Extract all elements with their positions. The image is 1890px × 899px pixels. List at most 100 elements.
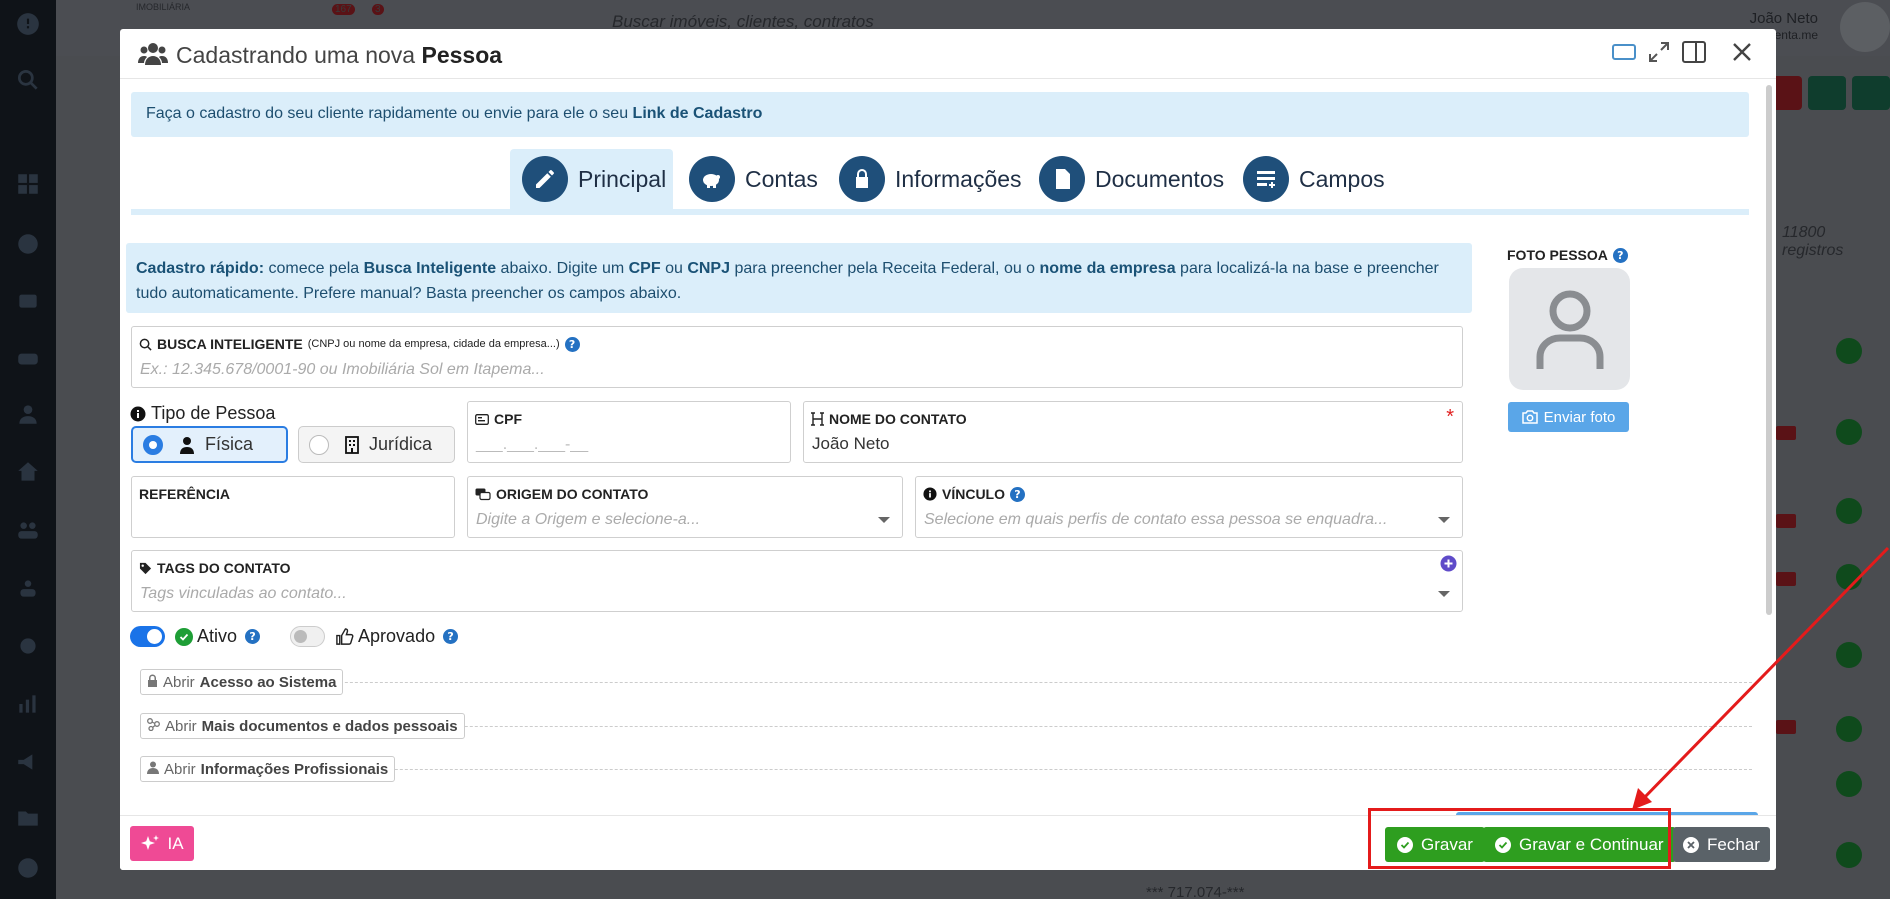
bg-print-button[interactable] xyxy=(1852,76,1890,110)
tab-principal[interactable]: Principal xyxy=(510,149,673,209)
active-label: Ativo xyxy=(197,626,238,646)
chart-icon[interactable] xyxy=(10,686,46,722)
whatsapp-icon[interactable] xyxy=(10,226,46,262)
help-icon[interactable]: ? xyxy=(1010,486,1025,502)
check-icon xyxy=(1836,842,1862,868)
window-mode-icon[interactable] xyxy=(1612,44,1636,60)
bg-doc-value: *** 717.074-*** xyxy=(1146,884,1245,899)
people-icon[interactable] xyxy=(10,512,46,548)
link-field[interactable]: VÍNCULO ? Selecione em quais perfis de c… xyxy=(915,476,1463,538)
active-switch[interactable] xyxy=(130,626,165,647)
folder-icon[interactable] xyxy=(10,800,46,836)
reference-field[interactable]: REFERÊNCIA xyxy=(131,476,455,538)
phone-icon[interactable] xyxy=(10,340,46,376)
check-icon xyxy=(1836,716,1862,742)
new-person-modal: Cadastrando uma nova Pessoa Faça o cadas… xyxy=(120,29,1776,870)
dashboard-icon[interactable] xyxy=(10,166,46,202)
avatar[interactable] xyxy=(1840,2,1890,52)
user-tie-icon xyxy=(147,761,159,774)
ai-button[interactable]: IA xyxy=(130,826,194,861)
smart-search-hint: (CNPJ ou nome da empresa, cidade da empr… xyxy=(307,338,560,350)
logo-caption: IMOBILIÁRIA xyxy=(136,2,191,12)
radio-indicator xyxy=(309,434,329,455)
help-icon[interactable]: ? xyxy=(443,629,459,644)
user-name: João Neto xyxy=(1749,10,1818,27)
team-icon[interactable] xyxy=(10,570,46,606)
smart-search-input[interactable]: Ex.: 12.345.678/0001-90 ou Imobiliária S… xyxy=(140,361,545,379)
notification-badge: 167 xyxy=(332,4,355,15)
help-icon[interactable]: ? xyxy=(1612,247,1628,263)
logo-icon xyxy=(10,6,46,42)
open-professional-info-button[interactable]: Abrir Informações Profissionais xyxy=(140,756,396,782)
check-icon xyxy=(1836,498,1862,524)
radio-fisica[interactable]: Física xyxy=(131,426,288,463)
lock-icon xyxy=(839,156,885,202)
photo-label: FOTO PESSOA ? xyxy=(1507,247,1628,263)
tab-documentos[interactable]: Documentos xyxy=(1027,149,1224,209)
check-icon xyxy=(1836,338,1862,364)
chevron-down-icon xyxy=(1438,517,1450,523)
status-badge xyxy=(1776,720,1796,734)
tab-informacoes[interactable]: Informações xyxy=(827,149,1022,209)
expand-icon[interactable] xyxy=(1648,41,1670,63)
tags-input[interactable]: Tags vinculadas ao contato... xyxy=(140,585,347,603)
link-select[interactable]: Selecione em quais perfis de contato ess… xyxy=(924,511,1387,529)
tags-field[interactable]: TAGS DO CONTATO Tags vinculadas ao conta… xyxy=(131,550,1463,612)
megaphone-icon[interactable] xyxy=(10,744,46,780)
help-icon[interactable]: ? xyxy=(245,629,261,644)
photo-placeholder[interactable] xyxy=(1509,268,1630,390)
upload-photo-button[interactable]: Enviar foto xyxy=(1508,402,1629,432)
cpf-input[interactable]: ___.___.___-__ xyxy=(476,436,588,454)
status-toggles: Ativo ? Aprovado ? xyxy=(130,626,459,647)
camera-icon xyxy=(1521,410,1538,424)
id-card-icon xyxy=(475,413,489,425)
smart-search-label: BUSCA INTELIGENTE xyxy=(157,336,303,352)
open-more-documents-button[interactable]: Abrir Mais documentos e dados pessoais xyxy=(140,713,465,739)
close-button[interactable]: Fechar xyxy=(1673,827,1770,862)
settings-icon[interactable] xyxy=(10,628,46,664)
contact-name-field[interactable]: NOME DO CONTATO * João Neto xyxy=(803,401,1463,463)
tab-bar: Principal Contas Informações Documentos … xyxy=(131,149,1749,215)
section-more-documents: Abrir Mais documentos e dados pessoais xyxy=(140,713,1752,739)
user-icon[interactable] xyxy=(10,396,46,432)
smart-search-field[interactable]: BUSCA INTELIGENTE (CNPJ ou nome da empre… xyxy=(131,326,1463,388)
tab-campos[interactable]: Campos xyxy=(1231,149,1385,209)
approved-switch[interactable] xyxy=(290,626,326,647)
radio-juridica[interactable]: Jurídica xyxy=(298,426,455,463)
contact-origin-select[interactable]: Digite a Origem e selecione-a... xyxy=(476,511,700,529)
highlight-box xyxy=(1368,808,1671,869)
modal-scrollbar[interactable] xyxy=(1766,85,1772,615)
quick-register-hint: Cadastro rápido: comece pela Busca Intel… xyxy=(126,243,1472,313)
notification-badge-2: 3 xyxy=(372,4,384,15)
contact-name-input[interactable]: João Neto xyxy=(812,434,890,454)
money-icon[interactable] xyxy=(10,850,46,886)
search-icon[interactable] xyxy=(10,62,46,98)
close-icon[interactable] xyxy=(1732,42,1752,62)
list-add-icon xyxy=(1243,156,1289,202)
info-banner: Faça o cadastro do seu cliente rapidamen… xyxy=(131,92,1749,137)
robot-icon[interactable] xyxy=(10,282,46,318)
tab-contas[interactable]: Contas xyxy=(677,149,818,209)
info-icon xyxy=(923,487,937,501)
cpf-field[interactable]: CPF ___.___.___-__ xyxy=(467,401,791,463)
section-system-access: Abrir Acesso ao Sistema xyxy=(140,669,1752,695)
person-type-label: Tipo de Pessoa xyxy=(130,403,275,424)
help-icon[interactable]: ? xyxy=(564,336,580,352)
add-tag-icon[interactable] xyxy=(1440,555,1457,572)
info-text: Faça o cadastro do seu cliente rapidamen… xyxy=(146,105,629,122)
piggy-bank-icon xyxy=(689,156,735,202)
open-system-access-button[interactable]: Abrir Acesso ao Sistema xyxy=(140,669,344,695)
bg-info-button[interactable] xyxy=(1808,76,1846,110)
comments-icon xyxy=(475,488,491,500)
nodes-icon xyxy=(147,718,160,731)
section-professional-info: Abrir Informações Profissionais xyxy=(140,756,1752,782)
registration-link[interactable]: Link de Cadastro xyxy=(633,105,763,122)
sidebar-panel-icon[interactable] xyxy=(1682,41,1706,63)
status-badge xyxy=(1776,426,1796,440)
status-badge xyxy=(1776,514,1796,528)
chevron-down-icon xyxy=(878,517,890,523)
contact-origin-field[interactable]: ORIGEM DO CONTATO Digite a Origem e sele… xyxy=(467,476,903,538)
info-icon xyxy=(130,406,146,421)
home-icon[interactable] xyxy=(10,454,46,490)
check-icon xyxy=(1836,642,1862,668)
